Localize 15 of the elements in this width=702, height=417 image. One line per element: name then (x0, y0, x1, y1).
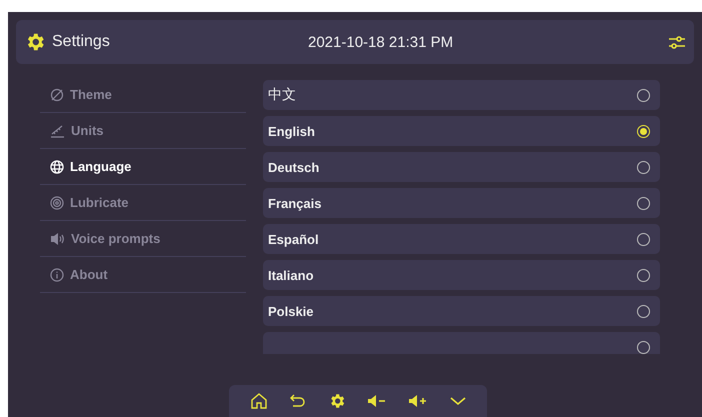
language-option[interactable]: English (263, 116, 660, 146)
page-title: Settings (52, 33, 111, 51)
language-option[interactable]: Polskie (263, 296, 660, 326)
sidebar-item[interactable]: Lubricate (40, 185, 246, 221)
sidebar-item[interactable]: Voice prompts (40, 221, 246, 257)
language-option[interactable]: Italiano (263, 260, 660, 290)
sidebar-item[interactable]: Language (40, 149, 246, 185)
language-option[interactable]: Français (263, 188, 660, 218)
sidebar-item[interactable]: About (40, 257, 246, 293)
sidebar-item[interactable]: Units (40, 113, 246, 149)
sidebar-item[interactable]: Theme (40, 77, 246, 113)
language-option[interactable]: 中文 (263, 80, 660, 110)
language-option[interactable]: Deutsch (263, 152, 660, 182)
date-time: 2021-10-18 21:31 PM (307, 34, 454, 50)
language-option[interactable]: Español (263, 224, 660, 254)
